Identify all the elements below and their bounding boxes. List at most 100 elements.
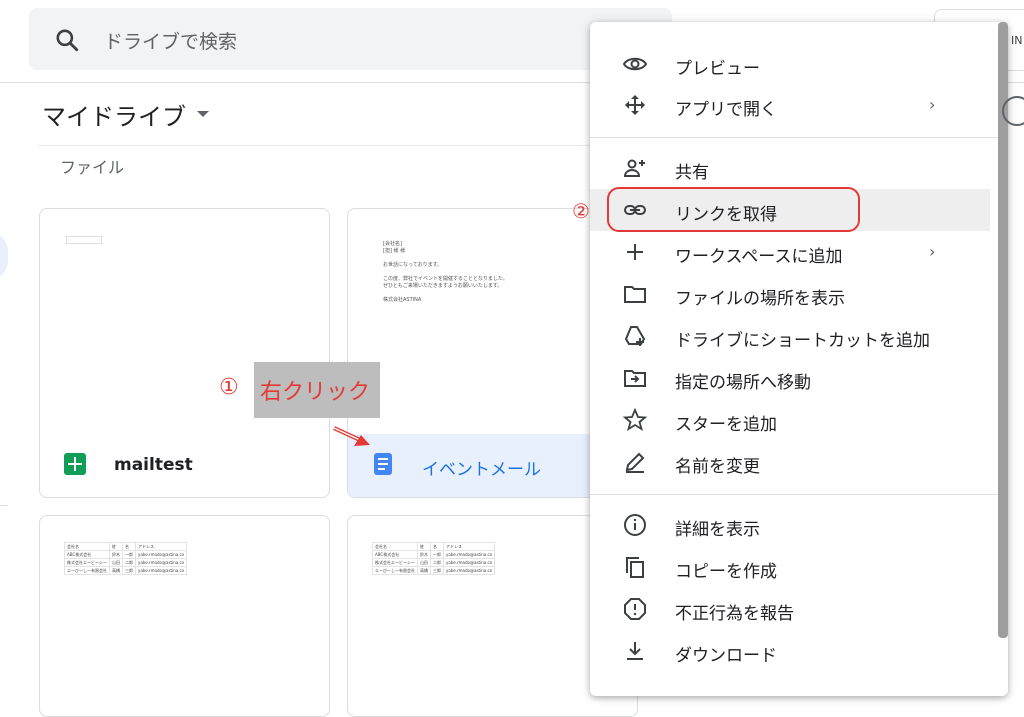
report-icon: [624, 598, 646, 620]
menu-item[interactable]: 不正行為を報告: [590, 588, 990, 630]
menu-item[interactable]: スターを追加: [590, 399, 990, 441]
preview-cell: 一郎: [122, 550, 136, 559]
file-thumbnail: [66, 236, 102, 244]
preview-cell: 二郎: [430, 558, 444, 567]
menu-item-label: アプリで開く: [675, 100, 777, 120]
download-icon: [627, 642, 643, 660]
preview-line: 株式会社ASTINA: [383, 297, 422, 303]
menu-item[interactable]: 詳細を表示: [590, 504, 990, 546]
preview-cell: 一郎: [430, 550, 444, 559]
sheets-icon: [64, 453, 86, 475]
step1-number: ①: [219, 375, 239, 400]
preview-cell: 会社名: [64, 542, 110, 551]
preview-line: [担] 様 様: [383, 248, 406, 254]
file-name: mailtest: [114, 455, 193, 475]
menu-item-label: ワークスペースに追加: [675, 247, 843, 267]
preview-cell: 名: [430, 542, 444, 551]
header-right-button-label: IN: [1011, 34, 1023, 47]
preview-cell: エーびーしー有限会社: [372, 566, 418, 575]
menu-item-label: コピーを作成: [675, 562, 777, 582]
file-thumbnail: [会社名] [担] 様 様 お世話になっております。 この度、弊社でイベントを開…: [383, 241, 508, 304]
preview-cell: 名: [122, 542, 136, 551]
preview-cell: 三郎: [122, 566, 136, 575]
folder-icon: [624, 286, 646, 303]
step1-callout: 右クリック: [254, 362, 380, 418]
preview-cell: 山田: [417, 558, 431, 567]
menu-item[interactable]: ワークスペースに追加 ›: [590, 231, 990, 273]
preview-cell: 三郎: [430, 566, 444, 575]
preview-cell: エーびーしー有限会社: [64, 566, 110, 575]
preview-cell: 鈴木: [109, 550, 123, 559]
preview-cell: yabe.rmado@astina.co: [134, 550, 188, 559]
menu-item-label: ドライブにショートカットを追加: [675, 331, 930, 351]
caret-down-icon[interactable]: [197, 111, 209, 117]
file-card-mailtest[interactable]: mailtest: [39, 208, 330, 498]
menu-item[interactable]: 指定の場所へ移動: [590, 357, 990, 399]
step1-text: 右クリック: [260, 380, 371, 405]
preview-cell: 二郎: [122, 558, 136, 567]
pencil-icon: [625, 452, 645, 473]
star-icon: [622, 408, 648, 431]
menu-item[interactable]: ファイルの場所を表示: [590, 273, 990, 315]
file-card-footer: mailtest: [40, 434, 329, 497]
preview-cell: yabe.rmado@astina.co: [134, 566, 188, 575]
highlight-box: [607, 187, 860, 232]
menu-item[interactable]: ダウンロード: [590, 630, 990, 672]
preview-cell: 鈴木: [417, 550, 431, 559]
menu-item[interactable]: コピーを作成: [590, 546, 990, 588]
eye-icon: [622, 57, 648, 71]
file-thumbnail: 会社名姓名アドレス ABC株式会社 鈴木 一郎 yabe.rmado@astina.c…: [64, 542, 188, 575]
arrow-icon: [333, 426, 370, 446]
file-thumbnail: 会社名姓名アドレス ABC株式会社 鈴木 一郎 yabe.rmado@astina.c…: [372, 542, 496, 575]
search-icon[interactable]: [54, 27, 80, 53]
preview-cell: 株式会社エービーシー: [64, 558, 110, 567]
preview-cell: yabe.rmado@astina.co: [134, 558, 188, 567]
preview-cell: 株式会社エービーシー: [372, 558, 418, 567]
chevron-right-icon: ›: [929, 95, 936, 114]
search-input[interactable]: ドライブで検索: [104, 27, 237, 54]
page-title[interactable]: マイドライブ: [42, 97, 186, 132]
menu-item-label: 不正行為を報告: [675, 604, 794, 624]
drive-shortcut-icon: [624, 326, 646, 346]
preview-line: [383, 269, 508, 276]
info-icon: [624, 514, 646, 536]
menu-item[interactable]: ドライブにショートカットを追加: [590, 315, 990, 357]
preview-line: ぜひともご来場いただきますようお願いいたします。: [383, 283, 503, 289]
preview-cell: ABC株式会社: [64, 550, 110, 559]
step2-number: ②: [572, 199, 590, 223]
menu-item-label: 共有: [675, 163, 709, 183]
preview-cell: yabe.rmado@astina.co: [442, 558, 496, 567]
preview-line: お世話になっております。: [383, 262, 443, 268]
move-to-folder-icon: [624, 370, 646, 387]
preview-cell: 高橋: [417, 566, 431, 575]
preview-cell: 会社名: [372, 542, 418, 551]
preview-cell: アドレス: [134, 542, 188, 551]
preview-line: [383, 290, 508, 297]
preview-cell: 姓: [109, 542, 123, 551]
menu-item[interactable]: アプリで開く ›: [590, 84, 990, 126]
file-name: イベントメール: [422, 460, 541, 480]
preview-line: この度、弊社でイベントを開催することとなりました。: [383, 276, 508, 282]
details-icon[interactable]: [1002, 96, 1024, 126]
menu-item-label: 指定の場所へ移動: [675, 373, 811, 393]
menu-item[interactable]: プレビュー: [590, 43, 990, 85]
move-arrows-icon: [625, 95, 645, 115]
preview-cell: 姓: [417, 542, 431, 551]
file-card[interactable]: 会社名姓名アドレス ABC株式会社 鈴木 一郎 yabe.rmado@astina.c…: [39, 515, 330, 717]
menu-item[interactable]: 名前を変更: [590, 441, 990, 483]
menu-divider: [590, 137, 1008, 138]
preview-cell: アドレス: [442, 542, 496, 551]
menu-item-label: 名前を変更: [675, 457, 760, 477]
preview-cell: yabe.rmado@astina.co: [442, 550, 496, 559]
menu-item-label: ファイルの場所を表示: [675, 289, 845, 309]
sidebar-selected-indicator: [0, 232, 8, 280]
menu-item[interactable]: 共有: [590, 147, 990, 189]
preview-cell: 山田: [109, 558, 123, 567]
preview-cell: yabe.rmado@astina.co: [442, 566, 496, 575]
preview-line: [383, 255, 508, 262]
person-add-icon: [623, 159, 645, 177]
menu-item-label: 詳細を表示: [675, 520, 760, 540]
menu-item-label: ダウンロード: [675, 646, 777, 666]
preview-cell: ABC株式会社: [372, 550, 418, 559]
copy-icon: [626, 557, 644, 578]
